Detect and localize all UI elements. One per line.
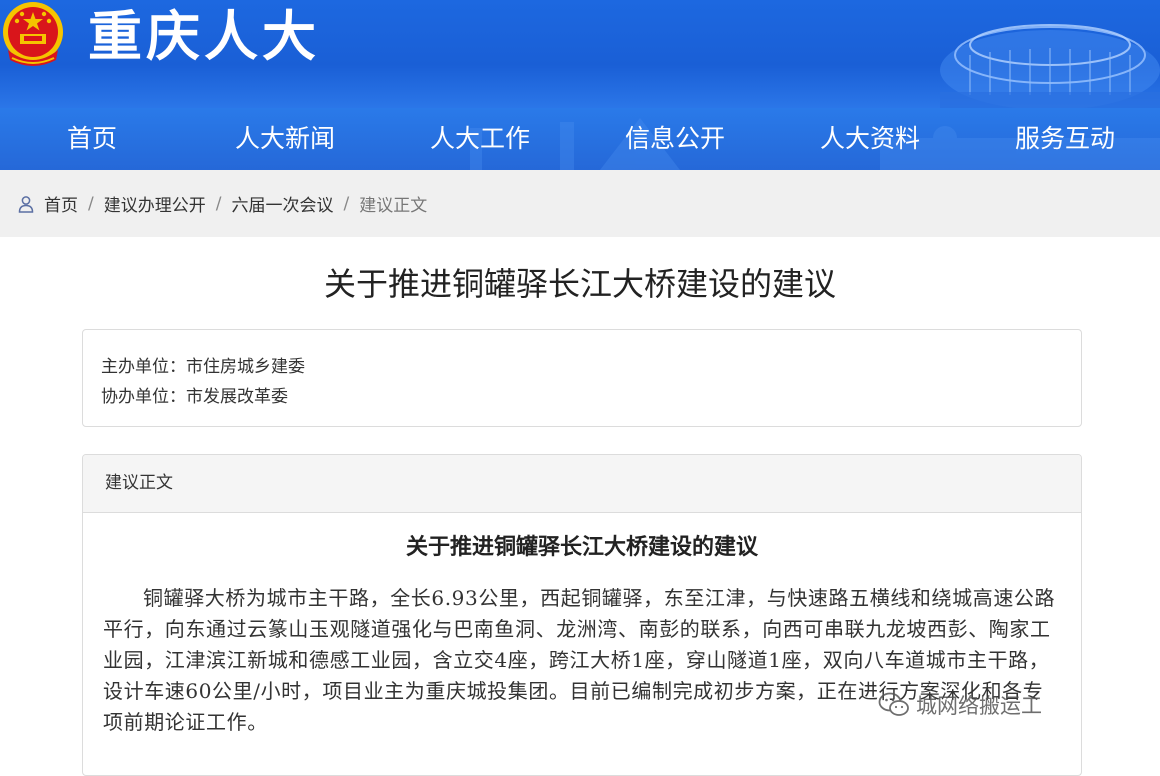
header-banner: 重庆人大 <box>0 0 1160 108</box>
breadcrumb-separator: / <box>88 193 94 214</box>
host-unit-row: 主办单位：市住房城乡建委 <box>101 352 305 377</box>
wechat-icon <box>878 692 909 716</box>
great-hall-illustration <box>940 24 1160 108</box>
nav-work[interactable]: 人大工作 <box>430 108 530 170</box>
nav-home[interactable]: 首页 <box>67 108 117 170</box>
co-unit-value: 市发展改革委 <box>186 387 288 407</box>
watermark-text: 城网络搬运工 <box>916 694 1042 718</box>
unit-info-box: 主办单位：市住房城乡建委 协办单位：市发展改革委 <box>82 329 1082 427</box>
user-location-icon <box>18 195 34 213</box>
co-unit-label: 协办单位： <box>101 387 186 407</box>
nav-services[interactable]: 服务互动 <box>1015 108 1115 170</box>
breadcrumb-separator: / <box>215 193 222 214</box>
breadcrumb-session[interactable]: 六届一次会议 <box>231 191 333 216</box>
nav-materials[interactable]: 人大资料 <box>820 108 920 170</box>
breadcrumb-separator: / <box>343 193 350 214</box>
host-unit-label: 主办单位： <box>101 357 186 377</box>
nav-info-disclosure[interactable]: 信息公开 <box>625 108 725 170</box>
watermark: 城网络搬运工 <box>878 688 1042 722</box>
breadcrumb-suggestion-disclosure[interactable]: 建议办理公开 <box>104 191 206 216</box>
site-title[interactable]: 重庆人大 <box>88 2 320 72</box>
page-title: 关于推进铜罐驿长江大桥建设的建议 <box>323 265 836 303</box>
suggestion-panel: 建议正文 关于推进铜罐驿长江大桥建设的建议 铜罐驿大桥为城市主干路，全长6.93… <box>82 454 1082 776</box>
breadcrumb-home[interactable]: 首页 <box>44 191 78 216</box>
breadcrumb-current: 建议正文 <box>359 196 428 216</box>
nav-news[interactable]: 人大新闻 <box>235 108 335 170</box>
document-title: 关于推进铜罐驿长江大桥建设的建议 <box>405 534 758 560</box>
breadcrumb: 首页 / 建议办理公开 / 六届一次会议 / 建议正文 <box>0 170 1160 237</box>
panel-heading: 建议正文 <box>83 455 1081 513</box>
nav-background-illustration <box>470 118 1160 170</box>
co-unit-row: 协办单位：市发展改革委 <box>101 382 288 407</box>
host-unit-value: 市住房城乡建委 <box>186 357 305 377</box>
national-emblem-icon <box>3 2 63 66</box>
main-nav: 首页 人大新闻 人大工作 信息公开 人大资料 服务互动 <box>0 108 1160 170</box>
